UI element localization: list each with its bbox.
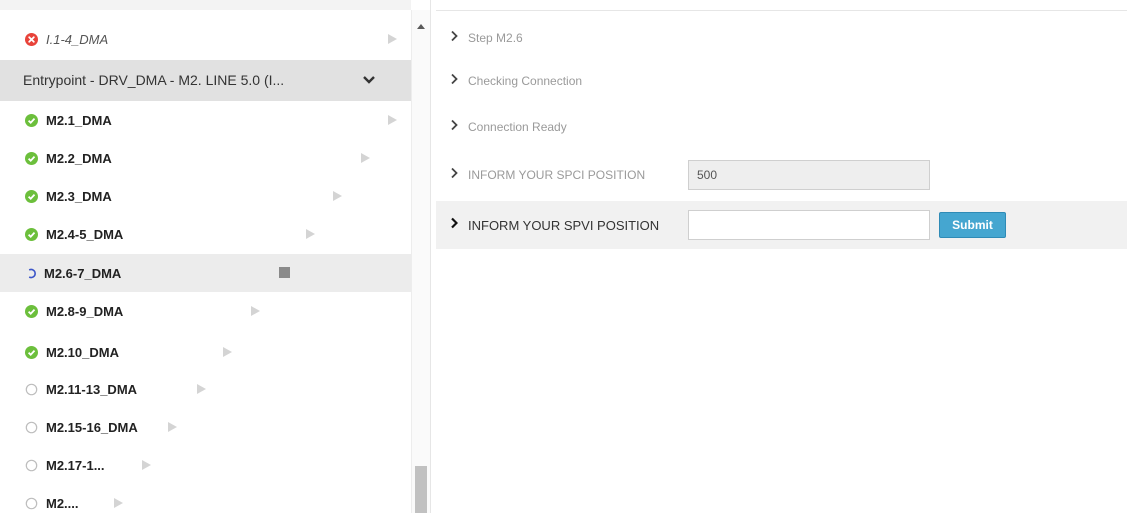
list-item-label: M2.11-13_DMA: [46, 382, 138, 397]
spvi-position-input[interactable]: [688, 210, 930, 240]
step-label: Connection Ready: [468, 120, 567, 134]
list-item-label: M2.3_DMA: [46, 189, 112, 204]
check-circle-icon: [24, 151, 38, 165]
check-circle-icon: [24, 189, 38, 203]
play-icon[interactable]: [168, 422, 177, 432]
list-item-label: M2.17-1...: [46, 458, 105, 473]
empty-circle-icon: [24, 382, 38, 396]
scroll-up-arrow-icon[interactable]: [417, 24, 425, 29]
check-circle-icon: [24, 304, 38, 318]
step-label: Step M2.6: [468, 31, 523, 45]
play-icon[interactable]: [251, 306, 260, 316]
chevron-right-icon[interactable]: [450, 29, 458, 47]
chevron-right-icon[interactable]: [450, 216, 459, 234]
stop-icon[interactable]: [279, 267, 290, 278]
step-row-spci-position[interactable]: INFORM YOUR SPCI POSITION: [436, 157, 1127, 193]
play-icon[interactable]: [388, 115, 397, 125]
list-item-label: I.1-4_DMA: [46, 32, 109, 47]
sidebar-top-strip: [0, 0, 411, 20]
list-item-m2-more[interactable]: M2....: [0, 484, 411, 513]
play-icon[interactable]: [333, 191, 342, 201]
list-item-label: M2.2_DMA: [46, 151, 112, 166]
step-label: INFORM YOUR SPCI POSITION: [468, 168, 646, 182]
list-item-m2-17-dma[interactable]: M2.17-1...: [0, 446, 411, 484]
x-circle-icon: [24, 32, 38, 46]
list-item-m2-10-dma[interactable]: M2.10_DMA: [0, 333, 411, 371]
empty-circle-icon: [24, 458, 38, 472]
list-item-m2-11-13-dma[interactable]: M2.11-13_DMA: [0, 370, 411, 408]
chevron-down-icon[interactable]: [362, 73, 376, 91]
list-item-m2-6-7-dma[interactable]: M2.6-7_DMA: [0, 254, 411, 292]
list-item-m2-1-dma[interactable]: M2.1_DMA: [0, 101, 411, 139]
step-row-m2-6[interactable]: Step M2.6: [436, 23, 1127, 53]
step-row-spvi-position[interactable]: INFORM YOUR SPVI POSITION Submit: [436, 201, 1127, 249]
play-icon[interactable]: [223, 347, 232, 357]
group-title: Entrypoint - DRV_DMA - M2. LINE 5.0 (I..…: [23, 72, 285, 88]
submit-button[interactable]: Submit: [939, 212, 1006, 238]
scrollbar-thumb[interactable]: [415, 466, 427, 513]
check-circle-icon: [24, 227, 38, 241]
play-icon[interactable]: [142, 460, 151, 470]
play-icon[interactable]: [361, 153, 370, 163]
list-item-label: M2.4-5_DMA: [46, 227, 124, 242]
check-circle-icon: [24, 113, 38, 127]
list-item-label: M2.15-16_DMA: [46, 420, 138, 435]
play-icon[interactable]: [306, 229, 315, 239]
list-item-label: M2.1_DMA: [46, 113, 112, 128]
play-icon[interactable]: [197, 384, 206, 394]
chevron-right-icon[interactable]: [450, 118, 458, 136]
step-label: Checking Connection: [468, 74, 583, 88]
empty-circle-icon: [24, 496, 38, 510]
steps-sidebar: I.1-4_DMA Entrypoint - DRV_DMA - M2. LIN…: [0, 0, 431, 513]
list-item-m2-2-dma[interactable]: M2.2_DMA: [0, 139, 411, 177]
play-icon[interactable]: [114, 498, 123, 508]
play-icon[interactable]: [388, 34, 397, 44]
list-item-label: M2.10_DMA: [46, 345, 119, 360]
list-item-label: M2.6-7_DMA: [44, 266, 122, 281]
list-item-m2-3-dma[interactable]: M2.3_DMA: [0, 177, 411, 215]
step-label: INFORM YOUR SPVI POSITION: [468, 217, 660, 233]
group-header-entrypoint[interactable]: Entrypoint - DRV_DMA - M2. LINE 5.0 (I..…: [0, 60, 411, 101]
list-item-i1-4-dma[interactable]: I.1-4_DMA: [0, 20, 411, 58]
spci-position-field: [688, 160, 930, 190]
check-circle-icon: [24, 345, 38, 359]
empty-circle-icon: [24, 420, 38, 434]
chevron-right-icon[interactable]: [450, 72, 458, 90]
chevron-right-icon[interactable]: [450, 166, 458, 184]
list-item-label: M2.8-9_DMA: [46, 304, 124, 319]
list-item-m2-8-9-dma[interactable]: M2.8-9_DMA: [0, 292, 411, 330]
sidebar-scrollbar[interactable]: [411, 10, 430, 513]
step-row-connection-ready[interactable]: Connection Ready: [436, 112, 1127, 142]
step-detail-panel: Step M2.6 Checking Connection Connection…: [436, 10, 1127, 513]
list-item-label: M2....: [46, 496, 79, 511]
list-item-m2-15-16-dma[interactable]: M2.15-16_DMA: [0, 408, 411, 446]
step-row-checking-connection[interactable]: Checking Connection: [436, 66, 1127, 96]
list-item-m2-4-5-dma[interactable]: M2.4-5_DMA: [0, 215, 411, 253]
spinner-icon: [24, 266, 38, 280]
